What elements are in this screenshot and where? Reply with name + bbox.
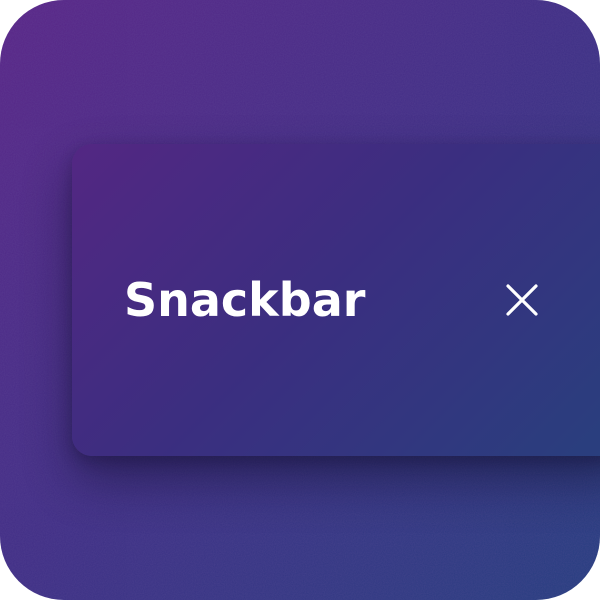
snackbar-message: Snackbar [124, 273, 366, 327]
snackbar: Snackbar [72, 144, 600, 456]
snackbar-close-button[interactable] [496, 274, 548, 326]
app-icon-background: Snackbar [0, 0, 600, 600]
close-icon [506, 284, 538, 316]
